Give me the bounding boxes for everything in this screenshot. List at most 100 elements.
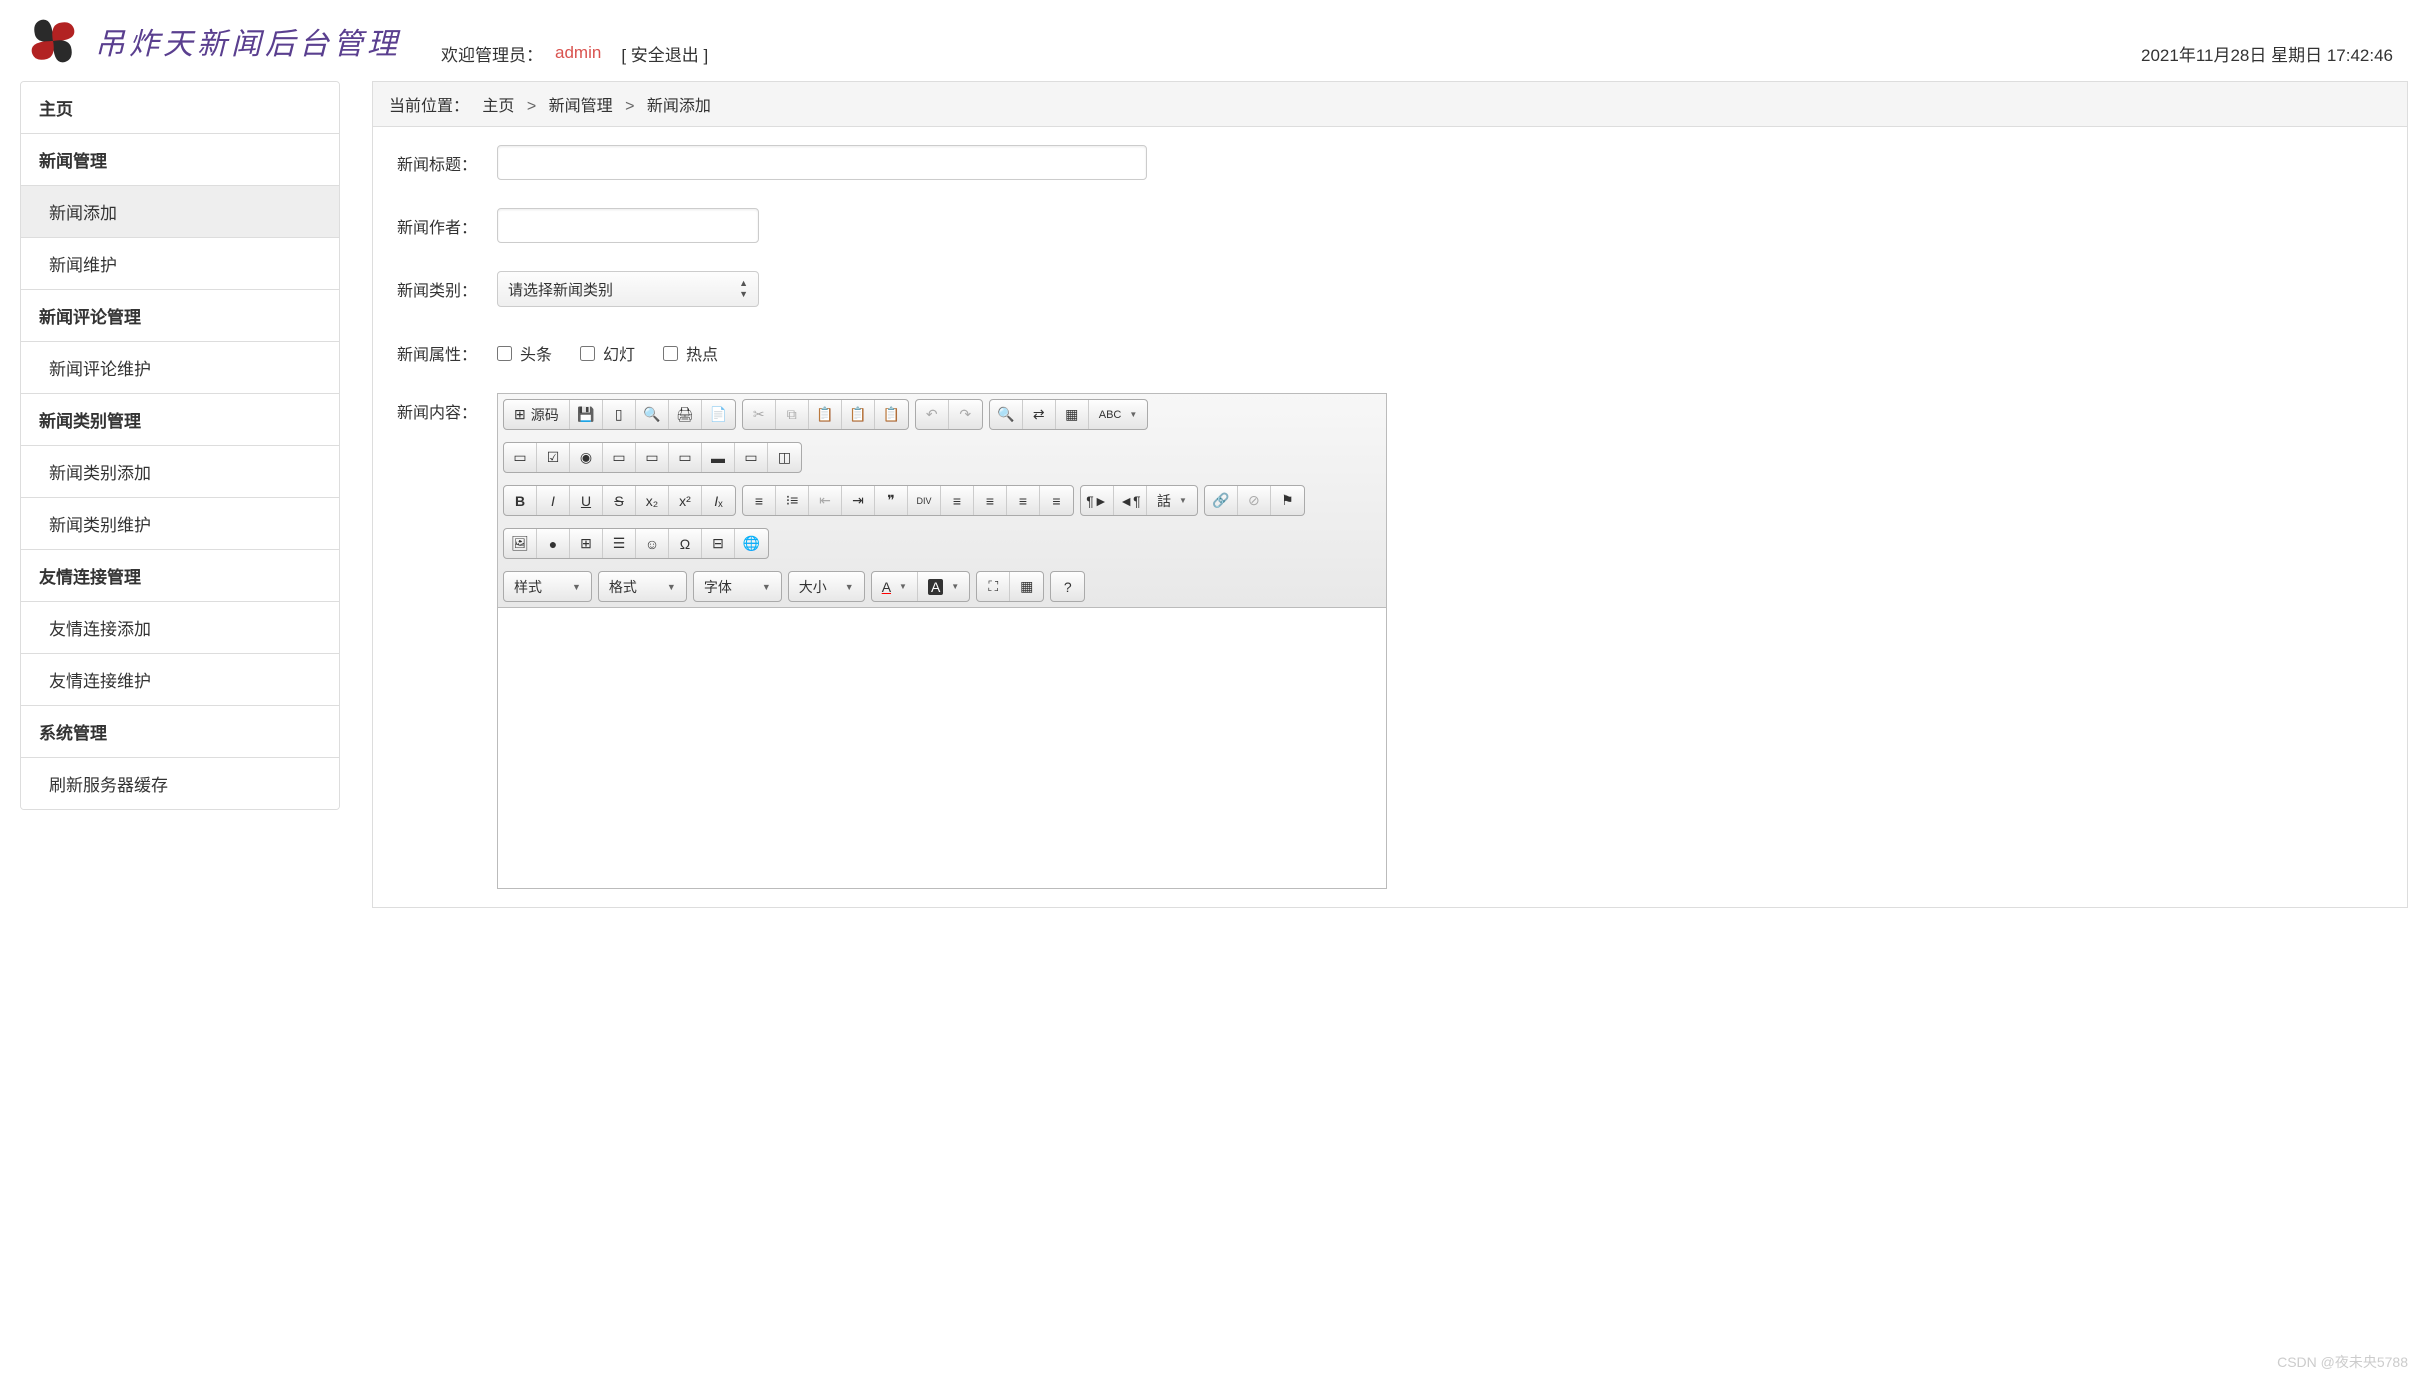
image-button-icon[interactable]: ▭ xyxy=(735,443,768,472)
main-panel: 当前位置： 主页 > 新闻管理 > 新闻添加 新闻标题： 新闻作者： 新闻类别：… xyxy=(372,81,2408,908)
superscript-icon[interactable]: x² xyxy=(669,486,702,515)
save-icon[interactable]: 💾 xyxy=(570,400,603,429)
new-page-icon[interactable]: ▯ xyxy=(603,400,636,429)
font-combo[interactable]: 字体▼ xyxy=(693,571,782,602)
attr-checkbox-2[interactable]: 热点 xyxy=(663,341,718,365)
maximize-icon[interactable]: ⛶ xyxy=(977,572,1010,601)
attr-checkbox-0[interactable]: 头条 xyxy=(497,341,552,365)
sidebar-item-8[interactable]: 新闻类别维护 xyxy=(21,498,339,550)
cut-icon[interactable]: ✂ xyxy=(743,400,776,429)
size-combo[interactable]: 大小▼ xyxy=(788,571,865,602)
bullet-list-icon[interactable]: ⁝≡ xyxy=(776,486,809,515)
sidebar-item-5[interactable]: 新闻评论维护 xyxy=(21,342,339,394)
outdent-icon[interactable]: ⇤ xyxy=(809,486,842,515)
breadcrumb-item[interactable]: 新闻管理 xyxy=(549,98,613,115)
print-icon[interactable]: 🖨 xyxy=(669,400,702,429)
paste-word-icon[interactable]: 📋 xyxy=(875,400,908,429)
template-icon[interactable]: 📄 xyxy=(702,400,735,429)
find-icon[interactable]: 🔍 xyxy=(990,400,1023,429)
remove-format-icon[interactable]: Iₓ xyxy=(702,486,735,515)
sidebar-item-10[interactable]: 友情连接添加 xyxy=(21,602,339,654)
breadcrumb-item[interactable]: 主页 xyxy=(482,98,514,115)
paste-icon[interactable]: 📋 xyxy=(809,400,842,429)
align-right-icon[interactable]: ≡ xyxy=(1007,486,1040,515)
sidebar-item-2[interactable]: 新闻添加 xyxy=(21,186,339,238)
textfield-icon[interactable]: ▭ xyxy=(603,443,636,472)
sidebar-item-3[interactable]: 新闻维护 xyxy=(21,238,339,290)
logout-link[interactable]: [ 安全退出 ] xyxy=(621,41,708,66)
checkbox-input[interactable] xyxy=(663,346,678,361)
anchor-icon[interactable]: ⚑ xyxy=(1271,486,1304,515)
title-label: 新闻标题： xyxy=(397,145,497,175)
pagebreak-icon[interactable]: ⊟ xyxy=(702,529,735,558)
source-button[interactable]: ⊞ 源码 xyxy=(504,400,570,429)
sidebar-item-4[interactable]: 新闻评论管理 xyxy=(21,290,339,342)
ltr-icon[interactable]: ¶► xyxy=(1081,486,1114,515)
sidebar-item-0[interactable]: 主页 xyxy=(21,82,339,134)
indent-icon[interactable]: ⇥ xyxy=(842,486,875,515)
paste-text-icon[interactable]: 📋 xyxy=(842,400,875,429)
sidebar-item-7[interactable]: 新闻类别添加 xyxy=(21,446,339,498)
sidebar-item-9[interactable]: 友情连接管理 xyxy=(21,550,339,602)
unlink-icon[interactable]: ⊘ xyxy=(1238,486,1271,515)
bold-icon[interactable]: B xyxy=(504,486,537,515)
rich-editor: ⊞ 源码 💾 ▯ 🔍 🖨 📄 ✂ ⧉ 📋 xyxy=(497,393,1387,889)
undo-icon[interactable]: ↶ xyxy=(916,400,949,429)
category-select[interactable]: 请选择新闻类别 ▲▼ xyxy=(497,271,759,307)
select-icon[interactable]: ▭ xyxy=(669,443,702,472)
form-icon[interactable]: ▭ xyxy=(504,443,537,472)
sidebar-item-1[interactable]: 新闻管理 xyxy=(21,134,339,186)
align-center-icon[interactable]: ≡ xyxy=(974,486,1007,515)
author-label: 新闻作者： xyxy=(397,208,497,238)
author-input[interactable] xyxy=(497,208,759,243)
italic-icon[interactable]: I xyxy=(537,486,570,515)
language-button[interactable]: 話▼ xyxy=(1147,486,1197,515)
attr-checkbox-1[interactable]: 幻灯 xyxy=(580,341,635,365)
text-color-button[interactable]: A▼ xyxy=(872,572,918,601)
title-input[interactable] xyxy=(497,145,1147,180)
special-char-icon[interactable]: Ω xyxy=(669,529,702,558)
smiley-icon[interactable]: ☺ xyxy=(636,529,669,558)
subscript-icon[interactable]: x₂ xyxy=(636,486,669,515)
textarea-icon[interactable]: ▭ xyxy=(636,443,669,472)
align-justify-icon[interactable]: ≡ xyxy=(1040,486,1073,515)
div-icon[interactable]: DIV xyxy=(908,486,941,515)
sidebar-item-11[interactable]: 友情连接维护 xyxy=(21,654,339,706)
spellcheck-button[interactable]: ABC▼ xyxy=(1089,400,1148,429)
numbered-list-icon[interactable]: ≡ xyxy=(743,486,776,515)
button-icon[interactable]: ▬ xyxy=(702,443,735,472)
hr-icon[interactable]: ☰ xyxy=(603,529,636,558)
checkbox-icon[interactable]: ☑ xyxy=(537,443,570,472)
sidebar-item-6[interactable]: 新闻类别管理 xyxy=(21,394,339,446)
datetime: 2021年11月28日 星期日 17:42:46 xyxy=(2141,41,2393,66)
redo-icon[interactable]: ↷ xyxy=(949,400,982,429)
sidebar-item-12[interactable]: 系统管理 xyxy=(21,706,339,758)
checkbox-input[interactable] xyxy=(497,346,512,361)
sidebar-item-13[interactable]: 刷新服务器缓存 xyxy=(21,758,339,809)
align-left-icon[interactable]: ≡ xyxy=(941,486,974,515)
editor-content[interactable] xyxy=(498,608,1386,888)
logo-icon xyxy=(23,11,83,71)
bg-color-button[interactable]: A▼ xyxy=(918,572,969,601)
iframe-icon[interactable]: 🌐 xyxy=(735,529,768,558)
blockquote-icon[interactable]: ❞ xyxy=(875,486,908,515)
strike-icon[interactable]: S xyxy=(603,486,636,515)
link-icon[interactable]: 🔗 xyxy=(1205,486,1238,515)
replace-icon[interactable]: ⇄ xyxy=(1023,400,1056,429)
style-combo[interactable]: 样式▼ xyxy=(503,571,592,602)
selectall-icon[interactable]: ▦ xyxy=(1056,400,1089,429)
underline-icon[interactable]: U xyxy=(570,486,603,515)
rtl-icon[interactable]: ◄¶ xyxy=(1114,486,1147,515)
breadcrumb-item: 新闻添加 xyxy=(647,98,711,115)
image-icon[interactable]: 🖼 xyxy=(504,529,537,558)
table-icon[interactable]: ⊞ xyxy=(570,529,603,558)
show-blocks-icon[interactable]: ▦ xyxy=(1010,572,1043,601)
help-icon[interactable]: ? xyxy=(1051,572,1084,601)
copy-icon[interactable]: ⧉ xyxy=(776,400,809,429)
radio-icon[interactable]: ◉ xyxy=(570,443,603,472)
flash-icon[interactable]: ● xyxy=(537,529,570,558)
hidden-field-icon[interactable]: ◫ xyxy=(768,443,801,472)
preview-icon[interactable]: 🔍 xyxy=(636,400,669,429)
format-combo[interactable]: 格式▼ xyxy=(598,571,687,602)
checkbox-input[interactable] xyxy=(580,346,595,361)
